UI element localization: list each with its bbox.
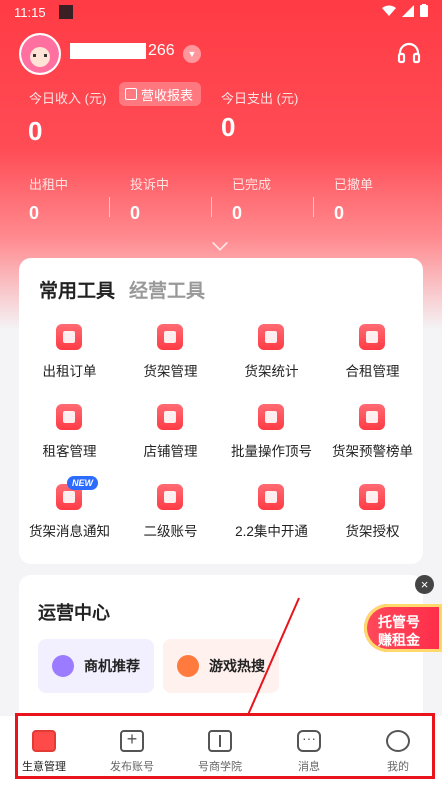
tools-tabs: 常用工具 经营工具 bbox=[39, 276, 205, 303]
account-dropdown-icon[interactable]: ▼ bbox=[183, 45, 201, 63]
tool-label: 货架预警榜单 bbox=[332, 444, 413, 459]
stat-label: 出租中 bbox=[29, 177, 69, 192]
stat-completed[interactable]: 已完成 0 bbox=[232, 174, 332, 224]
username-redaction bbox=[70, 43, 146, 59]
tool-batch-operations[interactable]: 批量操作顶号 bbox=[221, 404, 322, 484]
username-suffix: 266 bbox=[148, 42, 175, 59]
stat-label: 已完成 bbox=[232, 177, 272, 192]
tool-label: 2.2集中开通 bbox=[235, 524, 308, 539]
statistics-icon bbox=[258, 324, 284, 350]
tool-label: 货架统计 bbox=[244, 364, 299, 379]
tool-shelf-statistics[interactable]: 货架统计 bbox=[221, 324, 322, 404]
revenue-report-button[interactable]: 营收报表 bbox=[119, 82, 202, 106]
tools-card: 常用工具 经营工具 出租订单 货架管理 货架统计 合租管理 租客管理 店铺管理 bbox=[19, 258, 423, 564]
tool-tenant-management[interactable]: 租客管理 bbox=[19, 404, 120, 484]
tool-rental-orders[interactable]: 出租订单 bbox=[19, 324, 120, 404]
stat-divider bbox=[313, 197, 314, 217]
avatar-eyes bbox=[33, 54, 47, 57]
today-expense-value: 0 bbox=[221, 112, 236, 142]
promo-line-2: 赚租金 bbox=[378, 632, 420, 648]
tool-shelf-notifications[interactable]: NEW 货架消息通知 bbox=[19, 476, 120, 564]
tool-label: 批量操作顶号 bbox=[231, 444, 312, 459]
today-expense-label: 今日支出 (元) bbox=[221, 91, 299, 106]
tool-shared-rental[interactable]: 合租管理 bbox=[322, 324, 423, 404]
stat-divider bbox=[109, 197, 110, 217]
status-bar: 11:15 bbox=[0, 0, 442, 26]
stat-divider bbox=[211, 197, 212, 217]
store-icon bbox=[157, 404, 183, 430]
tool-label: 出租订单 bbox=[42, 364, 97, 379]
user-avatar[interactable] bbox=[19, 33, 61, 75]
shelf-icon bbox=[157, 324, 183, 350]
chip-game-trending[interactable]: 游戏热搜 bbox=[163, 639, 279, 693]
status-time: 11:15 bbox=[14, 5, 46, 20]
tool-centralized-activation[interactable]: 2.2集中开通 bbox=[221, 484, 322, 564]
tool-label: 店铺管理 bbox=[143, 444, 198, 459]
revenue-report-label: 营收报表 bbox=[141, 87, 194, 103]
tool-label: 合租管理 bbox=[345, 364, 400, 379]
batch-icon bbox=[258, 404, 284, 430]
username[interactable]: 266 bbox=[70, 42, 175, 60]
chart-icon bbox=[125, 88, 137, 100]
alert-icon bbox=[359, 404, 385, 430]
stat-value: 0 bbox=[334, 203, 345, 223]
customer-service-icon[interactable] bbox=[397, 42, 421, 64]
chip-label: 商机推荐 bbox=[84, 658, 140, 674]
chip-business-recommend[interactable]: 商机推荐 bbox=[38, 639, 154, 693]
recommend-icon bbox=[52, 655, 74, 677]
battery-icon bbox=[420, 4, 428, 20]
tool-label: 租客管理 bbox=[42, 444, 97, 459]
tool-label: 二级账号 bbox=[143, 524, 198, 539]
system-icons bbox=[382, 4, 428, 20]
tab-common-tools[interactable]: 常用工具 bbox=[39, 276, 115, 303]
new-badge: NEW bbox=[67, 476, 98, 490]
tool-shelf-management[interactable]: 货架管理 bbox=[120, 324, 221, 404]
avatar-face bbox=[30, 47, 50, 67]
stat-cancelled[interactable]: 已撤单 0 bbox=[334, 174, 434, 224]
stat-value: 0 bbox=[130, 203, 141, 223]
tool-label: 货架消息通知 bbox=[29, 524, 110, 539]
operations-center-title: 运营中心 bbox=[38, 603, 110, 623]
users-icon bbox=[157, 484, 183, 510]
stat-value: 0 bbox=[29, 203, 40, 223]
tool-label: 货架授权 bbox=[345, 524, 400, 539]
stat-renting[interactable]: 出租中 0 bbox=[29, 174, 129, 224]
tool-shelf-alert-list[interactable]: 货架预警榜单 bbox=[322, 404, 423, 484]
layers-icon bbox=[359, 324, 385, 350]
signal-icon bbox=[402, 4, 414, 20]
person-icon bbox=[56, 404, 82, 430]
tool-shelf-authorization[interactable]: 货架授权 bbox=[322, 484, 423, 564]
tool-store-management[interactable]: 店铺管理 bbox=[120, 404, 221, 484]
hosting-promo-float[interactable]: 托管号 赚租金 bbox=[364, 598, 442, 656]
chip-label: 游戏热搜 bbox=[209, 658, 265, 674]
clipboard-icon bbox=[56, 324, 82, 350]
close-icon[interactable]: × bbox=[415, 575, 434, 594]
wifi-icon bbox=[382, 5, 396, 20]
today-income-label: 今日收入 (元) bbox=[29, 91, 107, 106]
today-income-value: 0 bbox=[28, 116, 43, 146]
tool-label: 货架管理 bbox=[143, 364, 198, 379]
stat-value: 0 bbox=[232, 203, 243, 223]
stat-label: 投诉中 bbox=[130, 177, 170, 192]
operations-center-card: 运营中心 商机推荐 游戏热搜 bbox=[19, 575, 423, 725]
tab-business-tools[interactable]: 经营工具 bbox=[129, 276, 205, 303]
stat-label: 已撤单 bbox=[334, 177, 374, 192]
checkbox-icon bbox=[258, 484, 284, 510]
notification-icon bbox=[59, 5, 73, 19]
promo-line-1: 托管号 bbox=[378, 614, 420, 630]
tool-sub-accounts[interactable]: 二级账号 bbox=[120, 484, 221, 564]
fire-icon bbox=[177, 655, 199, 677]
annotation-highlight-box bbox=[15, 713, 435, 779]
shield-icon bbox=[359, 484, 385, 510]
stat-complaint[interactable]: 投诉中 0 bbox=[130, 174, 230, 224]
